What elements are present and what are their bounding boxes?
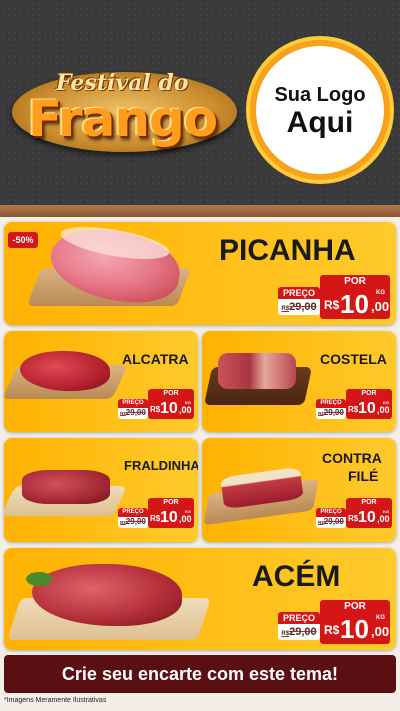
new-price-box: R$ 10 ,00 KG	[320, 289, 390, 319]
product-card-alcatra: ALCATRA POR PREÇO R$29,00 R$ 10 ,00 KG	[4, 331, 198, 432]
old-price-box: PREÇO R$29,00	[316, 508, 346, 528]
preco-label: PREÇO	[316, 399, 346, 408]
price-tag: POR PREÇO R$29,00 R$ 10 ,00 KG	[118, 498, 194, 528]
product-name: ALCATRA	[122, 351, 189, 367]
price-integer: 10	[358, 400, 376, 417]
por-label: POR	[148, 389, 194, 399]
new-price-box: R$ 10 ,00 KG	[346, 508, 392, 528]
price-tag: POR PREÇO R$29,00 R$ 10 ,00 KG	[278, 600, 390, 644]
product-name-line1: CONTRA	[322, 450, 382, 466]
preco-label: PREÇO	[278, 612, 320, 624]
product-name: PICANHA	[219, 234, 356, 267]
festival-logo: Festival do Frango	[12, 62, 237, 157]
preco-label: PREÇO	[278, 287, 320, 299]
price-integer: 10	[358, 509, 376, 526]
product-card-contra-file: CONTRA FILÉ POR PREÇO R$29,00 R$ 10 ,00 …	[202, 438, 396, 542]
cta-banner[interactable]: Crie seu encarte com este tema!	[4, 655, 396, 693]
price-cents: ,00	[371, 299, 390, 314]
price-tag: POR PREÇO R$29,00 R$ 10 ,00 KG	[118, 389, 194, 419]
price-tag: POR PREÇO R$29,00 R$ 10 ,00 KG	[278, 275, 390, 319]
product-card-fraldinha: FRALDINHA POR PREÇO R$29,00 R$ 10 ,00 KG	[4, 438, 198, 542]
price-tag: POR PREÇO R$29,00 R$ 10 ,00 KG	[316, 389, 392, 419]
new-price-box: R$ 10 ,00 KG	[148, 508, 194, 528]
por-label: POR	[346, 498, 392, 508]
preco-label: PREÇO	[118, 508, 148, 517]
disclaimer-text: *Imagens Meramente Ilustrativas	[4, 697, 107, 704]
preco-label: PREÇO	[118, 399, 148, 408]
product-name: FRALDINHA	[124, 458, 198, 473]
price-tag: POR PREÇO R$29,00 R$ 10 ,00 KG	[316, 498, 392, 528]
wood-strip	[0, 205, 400, 217]
old-price: R$29,00	[318, 517, 344, 526]
old-price-box: PREÇO R$29,00	[118, 508, 148, 528]
store-logo-line1: Sua Logo	[274, 84, 366, 106]
preco-label: PREÇO	[316, 508, 346, 517]
price-cents: ,00	[371, 624, 390, 639]
por-label: POR	[320, 600, 390, 614]
fraldinha-meat-image	[22, 470, 110, 504]
old-price-box: PREÇO R$29,00	[278, 287, 320, 315]
old-price: R$29,00	[120, 408, 146, 417]
price-cents: ,00	[179, 405, 192, 415]
old-price: R$29,00	[318, 408, 344, 417]
store-logo-placeholder: Sua Logo Aqui	[250, 40, 390, 180]
price-integer: 10	[160, 509, 178, 526]
festival-logo-title: Frango	[28, 90, 218, 148]
price-integer: 10	[160, 400, 178, 417]
old-price: R$29,00	[120, 517, 146, 526]
old-price-box: PREÇO R$29,00	[316, 399, 346, 419]
product-card-acem: ACÉM POR PREÇO R$29,00 R$ 10 ,00 KG	[4, 548, 396, 650]
store-logo-line2: Aqui	[286, 106, 354, 139]
old-price-box: PREÇO R$29,00	[118, 399, 148, 419]
new-price-box: R$ 10 ,00 KG	[320, 614, 390, 644]
new-price-box: R$ 10 ,00 KG	[148, 399, 194, 419]
por-label: POR	[346, 389, 392, 399]
price-cents: ,00	[377, 514, 390, 524]
old-price: R$29,00	[281, 301, 317, 313]
new-price-box: R$ 10 ,00 KG	[346, 399, 392, 419]
old-price: R$29,00	[281, 626, 317, 638]
product-name-line2: FILÉ	[348, 468, 379, 484]
costela-meat-image	[218, 353, 296, 389]
price-integer: 10	[340, 289, 369, 319]
discount-badge: -50%	[8, 232, 38, 248]
old-price-box: PREÇO R$29,00	[278, 612, 320, 640]
product-card-picanha: PICANHA POR PREÇO R$29,00 R$ 10 ,00 KG	[4, 222, 396, 325]
price-integer: 10	[340, 614, 369, 644]
product-card-costela: COSTELA POR PREÇO R$29,00 R$ 10 ,00 KG	[202, 331, 396, 432]
price-cents: ,00	[377, 405, 390, 415]
price-cents: ,00	[179, 514, 192, 524]
por-label: POR	[148, 498, 194, 508]
product-name: COSTELA	[320, 351, 387, 367]
product-name: ACÉM	[252, 560, 341, 593]
herb-garnish-image	[26, 572, 52, 586]
por-label: POR	[320, 275, 390, 289]
